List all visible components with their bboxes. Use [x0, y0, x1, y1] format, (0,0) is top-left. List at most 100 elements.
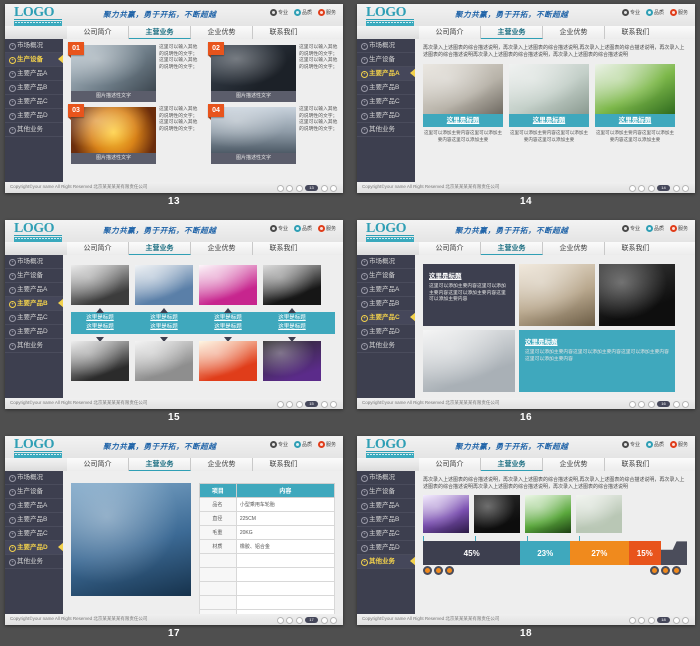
sidebar-item-0[interactable]: + 市场概况 [357, 255, 415, 269]
product-column[interactable]: 这里是标题 这里可以添加主要内容这里可以添加主要内容这里可以添加主要 [509, 64, 589, 142]
product-image[interactable] [71, 265, 129, 305]
sidebar-item-1[interactable]: + 生产设备 [5, 485, 63, 499]
pager-dot[interactable] [330, 400, 337, 408]
feature-item[interactable]: 图片描述性文字 04 这里可以输入其他的说明性的文字；这里可以输入其他的说明性的… [208, 104, 341, 164]
sidebar-item-6[interactable]: + 其他业务 [5, 555, 63, 569]
sidebar-item-4[interactable]: + 主要产品C [357, 527, 415, 541]
sidebar-item-0[interactable]: + 市场概况 [5, 39, 63, 53]
sidebar-item-1[interactable]: + 生产设备 [5, 269, 63, 283]
top-icon-service[interactable]: 服务 [317, 9, 336, 16]
pager-dot[interactable] [320, 400, 328, 408]
sidebar-item-0[interactable]: + 市场概况 [357, 471, 415, 485]
tab-company[interactable]: 公司简介 [67, 242, 129, 255]
top-icon-quality[interactable]: 品质 [293, 9, 312, 16]
sidebar-item-3[interactable]: + 主要产品B [357, 513, 415, 527]
tab-business[interactable]: 主营业务 [481, 242, 543, 255]
top-icon-quality[interactable]: 品质 [645, 441, 664, 448]
top-icon-quality[interactable]: 品质 [645, 225, 664, 232]
top-icon-professional[interactable]: 专业 [269, 9, 288, 16]
pager-dot[interactable] [628, 184, 636, 192]
pager-dot[interactable] [682, 616, 689, 624]
tab-business[interactable]: 主营业务 [129, 242, 191, 255]
sidebar-item-1[interactable]: + 生产设备 [357, 53, 415, 67]
tab-advantage[interactable]: 企业优势 [191, 458, 253, 471]
tab-business[interactable]: 主营业务 [129, 458, 191, 471]
sidebar-item-4[interactable]: + 主要产品C [357, 95, 415, 109]
pager-dot[interactable] [295, 184, 303, 192]
feature-item[interactable]: 图片描述性文字 02 这里可以输入其他的说明性的文字；这里可以输入其他的说明性的… [208, 42, 341, 102]
bar-segment-1[interactable]: 45% [423, 541, 521, 566]
sidebar-item-2[interactable]: + 主要产品A [5, 67, 63, 81]
band-label[interactable]: 这里是标题 [263, 314, 321, 323]
pager-dot[interactable] [628, 400, 636, 408]
slide-15[interactable]: LOGO 聚力共赢，勇于开拓，不断超越 专业 品质 服务 公司简介 主营业务 企… [5, 220, 343, 409]
tab-contact[interactable]: 联系我们 [605, 458, 667, 471]
bar-segment-2[interactable]: 23% [520, 541, 571, 566]
teal-text-block[interactable]: 这里是标题 这里可以添加主要内容这里可以添加主要内容这里可以添加主要内容这里可以… [519, 330, 675, 392]
product-image[interactable] [263, 265, 321, 305]
product-image[interactable] [199, 265, 257, 305]
tab-company[interactable]: 公司简介 [419, 26, 481, 39]
tab-business[interactable]: 主营业务 [481, 458, 543, 471]
sidebar-item-3[interactable]: + 主要产品B [5, 513, 63, 527]
product-image[interactable] [199, 341, 257, 381]
pager[interactable]: 17 [276, 616, 337, 624]
tab-contact[interactable]: 联系我们 [253, 242, 315, 255]
tab-advantage[interactable]: 企业优势 [543, 26, 605, 39]
sidebar-item-0[interactable]: + 市场概况 [5, 471, 63, 485]
tab-contact[interactable]: 联系我们 [253, 458, 315, 471]
sidebar-item-5[interactable]: + 主要产品D [5, 325, 63, 339]
pager-dot[interactable] [320, 184, 328, 192]
tab-company[interactable]: 公司简介 [67, 458, 129, 471]
pager[interactable]: 18 [628, 616, 689, 624]
pager-dot[interactable] [276, 616, 284, 624]
tab-advantage[interactable]: 企业优势 [191, 242, 253, 255]
pager-dot[interactable] [647, 400, 655, 408]
product-column[interactable]: 这里是标题 这里可以添加主要内容这里可以添加主要内容这里可以添加主要 [595, 64, 675, 142]
sidebar-item-2[interactable]: + 主要产品A [5, 499, 63, 513]
slide-18[interactable]: LOGO 聚力共赢，勇于开拓，不断超越 专业 品质 服务 公司简介 主营业务 企… [357, 436, 695, 625]
logo[interactable]: LOGO [366, 438, 414, 458]
bar-segment-4[interactable]: 15% [628, 541, 661, 566]
sidebar-item-5[interactable]: + 主要产品D [5, 109, 63, 123]
monitor-image[interactable] [423, 495, 469, 534]
pager-dot[interactable] [286, 616, 293, 624]
top-icon-service[interactable]: 服务 [317, 441, 336, 448]
tab-contact[interactable]: 联系我们 [605, 26, 667, 39]
sidebar-item-4[interactable]: + 主要产品C [357, 311, 416, 325]
pager-dot[interactable] [682, 184, 689, 192]
tablet-image[interactable] [423, 330, 515, 392]
logo[interactable]: LOGO [14, 438, 62, 458]
top-icon-professional[interactable]: 专业 [269, 225, 288, 232]
pager-dot[interactable] [672, 184, 680, 192]
sidebar-item-5[interactable]: + 主要产品D [357, 541, 415, 555]
sidebar-item-4[interactable]: + 主要产品C [5, 527, 63, 541]
sidebar-item-5[interactable]: + 主要产品D [5, 541, 64, 555]
pager-dot[interactable] [330, 616, 337, 624]
pager-dot[interactable] [638, 400, 645, 408]
tab-company[interactable]: 公司简介 [419, 458, 481, 471]
sidebar-item-6[interactable]: + 其他业务 [357, 123, 415, 137]
product-image[interactable] [263, 341, 321, 381]
sidebar-item-4[interactable]: + 主要产品C [5, 311, 63, 325]
top-icon-professional[interactable]: 专业 [621, 9, 640, 16]
tab-advantage[interactable]: 企业优势 [543, 242, 605, 255]
slide-13[interactable]: LOGO 聚力共赢，勇于开拓，不断超越 专业 品质 服务 公司简介 主营业务 企… [5, 4, 343, 193]
pager-dot[interactable] [276, 184, 284, 192]
sidebar-item-1[interactable]: + 生产设备 [357, 485, 415, 499]
pager-dot[interactable] [628, 616, 636, 624]
tab-company[interactable]: 公司简介 [67, 26, 129, 39]
sidebar-item-0[interactable]: + 市场概况 [357, 39, 415, 53]
product-image[interactable] [135, 265, 193, 305]
sidebar-item-2[interactable]: + 主要产品A [5, 283, 63, 297]
feature-item[interactable]: 图片描述性文字 03 这里可以输入其他的说明性的文字；这里可以输入其他的说明性的… [68, 104, 201, 164]
pager[interactable]: 16 [628, 400, 689, 408]
pager-dot[interactable] [647, 616, 655, 624]
pager-dot[interactable] [320, 616, 328, 624]
tab-contact[interactable]: 联系我们 [605, 242, 667, 255]
sidebar-item-6[interactable]: + 其他业务 [357, 555, 416, 569]
sidebar-item-3[interactable]: + 主要产品B [357, 81, 415, 95]
frame-image[interactable] [576, 495, 622, 534]
pager[interactable]: 13 [276, 184, 337, 192]
sidebar-item-4[interactable]: + 主要产品C [5, 95, 63, 109]
